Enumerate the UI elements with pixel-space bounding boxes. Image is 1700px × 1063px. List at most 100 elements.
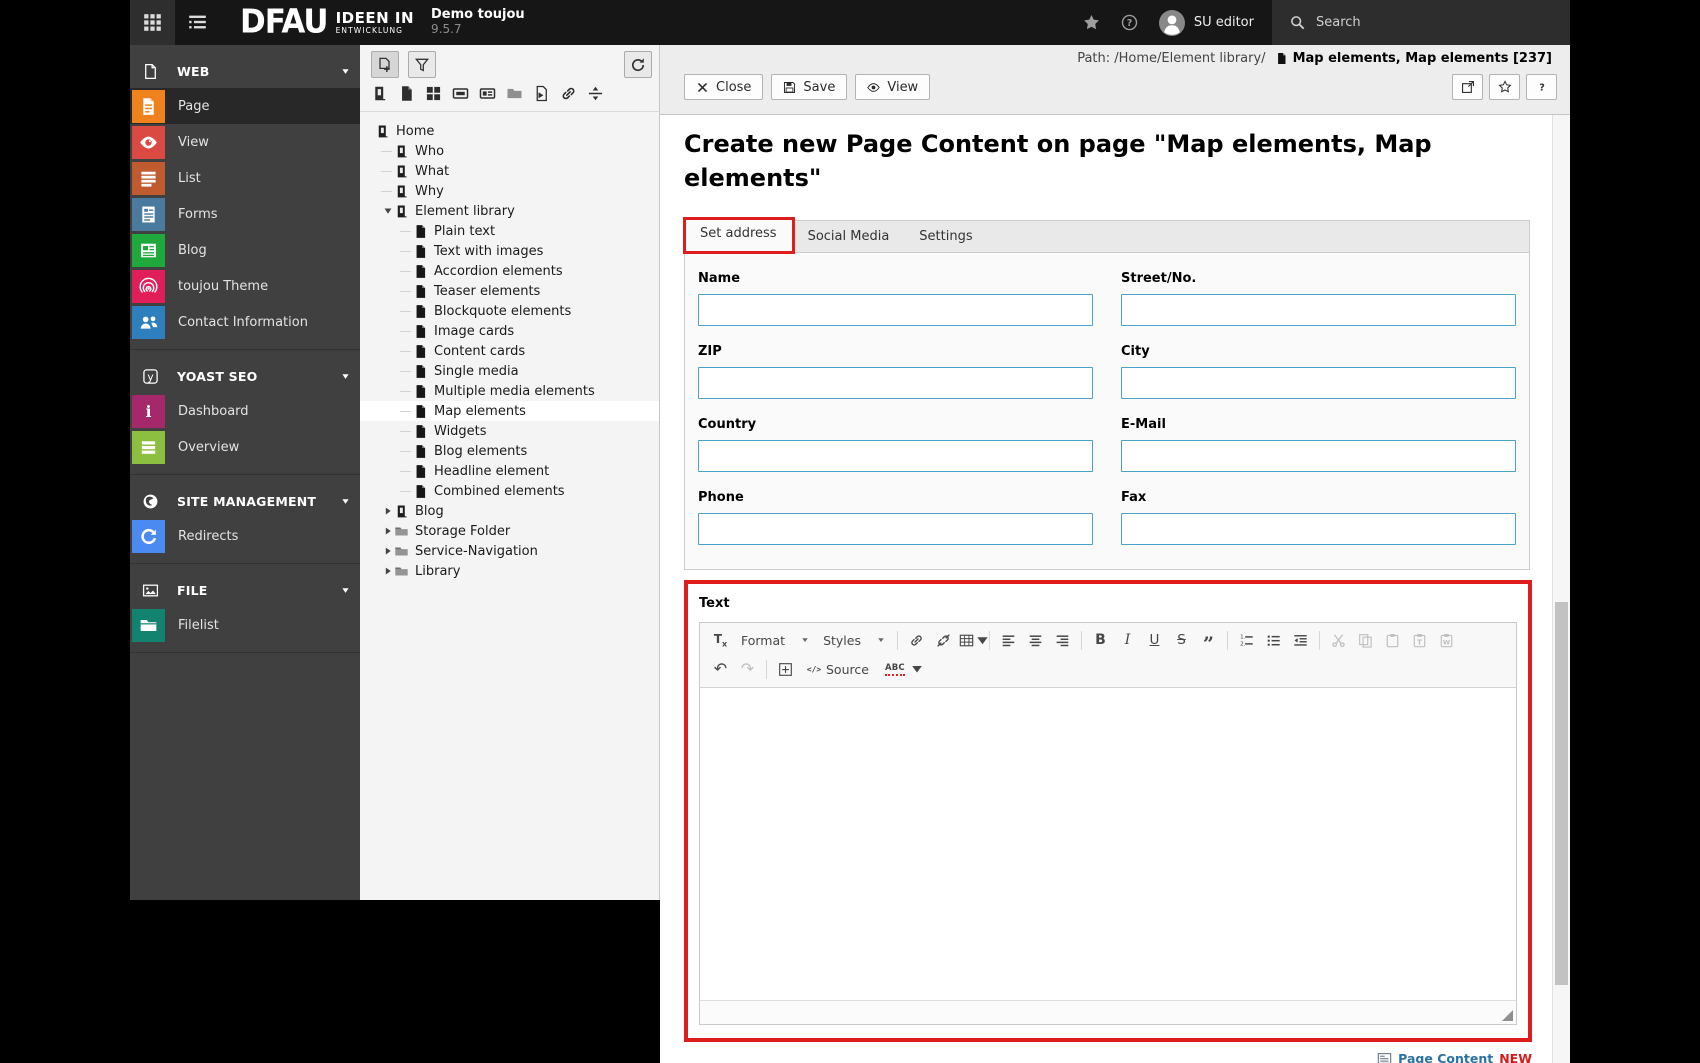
drag-new-grid4-icon[interactable] bbox=[425, 85, 442, 102]
tree-node-who[interactable]: Who bbox=[360, 141, 659, 161]
tree-node-content-cards[interactable]: Content cards bbox=[360, 341, 659, 361]
tree-node-widgets[interactable]: Widgets bbox=[360, 421, 659, 441]
section-header-site-management[interactable]: SITE MANAGEMENT bbox=[130, 484, 360, 518]
align-right-button[interactable] bbox=[1049, 628, 1076, 652]
drag-new-divider-drag-icon[interactable] bbox=[587, 85, 604, 102]
bullet-list-button[interactable] bbox=[1260, 628, 1287, 652]
tab-set-address[interactable]: Set address bbox=[683, 217, 795, 255]
drag-new-box-drag-icon[interactable] bbox=[452, 85, 469, 102]
tree-node-accordion-elements[interactable]: Accordion elements bbox=[360, 261, 659, 281]
sidebar-item-forms[interactable]: Forms bbox=[130, 196, 360, 232]
sidebar-item-list[interactable]: List bbox=[130, 160, 360, 196]
tree-node-blog-elements[interactable]: Blog elements bbox=[360, 441, 659, 461]
underline-button[interactable]: U bbox=[1141, 628, 1168, 652]
tree-node-multiple-media-elements[interactable]: Multiple media elements bbox=[360, 381, 659, 401]
country-input[interactable] bbox=[698, 440, 1093, 473]
expand-caret-icon[interactable] bbox=[381, 501, 394, 521]
bookmarks-button[interactable] bbox=[1073, 0, 1111, 45]
format-combo[interactable]: Format bbox=[734, 628, 816, 652]
tree-node-storage-folder[interactable]: Storage Folder bbox=[360, 521, 659, 541]
sidebar-item-dashboard[interactable]: i Dashboard bbox=[130, 393, 360, 429]
name-input[interactable] bbox=[698, 294, 1093, 327]
table-button[interactable] bbox=[957, 628, 988, 652]
tree-node-service-navigation[interactable]: Service-Navigation bbox=[360, 541, 659, 561]
tree-node-map-elements[interactable]: Map elements bbox=[360, 401, 659, 421]
drag-new-link-icon[interactable] bbox=[560, 85, 577, 102]
expand-caret-icon[interactable] bbox=[381, 561, 394, 581]
section-header-yoast-seo[interactable]: y YOAST SEO bbox=[130, 359, 360, 393]
section-header-file[interactable]: FILE bbox=[130, 573, 360, 607]
tree-node-home[interactable]: Home bbox=[360, 121, 659, 141]
view-button[interactable]: View bbox=[855, 74, 931, 100]
save-button[interactable]: Save bbox=[771, 74, 848, 100]
tree-node-single-media[interactable]: Single media bbox=[360, 361, 659, 381]
link-button[interactable] bbox=[903, 628, 930, 652]
sidebar-item-filelist[interactable]: Filelist bbox=[130, 607, 360, 643]
scrollbar-thumb[interactable] bbox=[1555, 602, 1568, 985]
source-button[interactable]: </> Source bbox=[799, 657, 877, 681]
tree-node-blog[interactable]: Blog bbox=[360, 501, 659, 521]
tree-node-headline-element[interactable]: Headline element bbox=[360, 461, 659, 481]
sidebar-item-overview[interactable]: Overview bbox=[130, 429, 360, 465]
maximize-button[interactable] bbox=[772, 657, 799, 681]
help-button[interactable]: ? bbox=[1111, 0, 1149, 45]
tree-node-element-library[interactable]: Element library bbox=[360, 201, 659, 221]
styles-combo[interactable]: Styles bbox=[816, 628, 892, 652]
zip-input[interactable] bbox=[698, 367, 1093, 400]
tree-node-what[interactable]: What bbox=[360, 161, 659, 181]
align-left-button[interactable] bbox=[995, 628, 1022, 652]
phone-input[interactable] bbox=[698, 513, 1093, 546]
open-in-new-window-button[interactable] bbox=[1452, 74, 1483, 100]
sidebar-item-toujou-theme[interactable]: toujou Theme bbox=[130, 268, 360, 304]
vertical-scrollbar[interactable] bbox=[1552, 115, 1570, 1063]
module-menu-toggle-button[interactable] bbox=[130, 0, 175, 45]
strike-button[interactable]: S bbox=[1168, 628, 1195, 652]
rte-editing-area[interactable] bbox=[700, 688, 1516, 1001]
street-no-input[interactable] bbox=[1121, 294, 1516, 327]
drag-new-site-icon[interactable] bbox=[371, 85, 388, 102]
city-input[interactable] bbox=[1121, 367, 1516, 400]
bookmark-page-button[interactable] bbox=[1489, 74, 1520, 100]
pagetree-toggle-button[interactable] bbox=[175, 0, 220, 45]
blockquote-button[interactable]: ” bbox=[1195, 628, 1222, 654]
tree-node-library[interactable]: Library bbox=[360, 561, 659, 581]
tree-node-plain-text[interactable]: Plain text bbox=[360, 221, 659, 241]
sidebar-item-redirects[interactable]: Redirects bbox=[130, 518, 360, 554]
filter-button[interactable] bbox=[408, 51, 437, 78]
tree-node-text-with-images[interactable]: Text with images bbox=[360, 241, 659, 261]
unlink-button[interactable] bbox=[930, 628, 957, 652]
italic-button[interactable]: I bbox=[1114, 628, 1141, 652]
outdent-button[interactable] bbox=[1287, 628, 1314, 652]
context-help-button[interactable]: ? bbox=[1526, 74, 1557, 100]
drag-new-folder-drag-icon[interactable] bbox=[506, 85, 523, 102]
global-search[interactable]: Search bbox=[1272, 0, 1570, 45]
close-button[interactable]: Close bbox=[684, 74, 764, 100]
fax-input[interactable] bbox=[1121, 513, 1516, 546]
e-mail-input[interactable] bbox=[1121, 440, 1516, 473]
section-header-web[interactable]: WEB bbox=[130, 54, 360, 88]
remove-format-button[interactable]: Tx bbox=[707, 628, 734, 652]
drag-new-page-shortcut-icon[interactable] bbox=[533, 85, 550, 102]
bold-button[interactable]: B bbox=[1087, 628, 1114, 652]
drag-new-box2-drag-icon[interactable] bbox=[479, 85, 496, 102]
new-page-button[interactable] bbox=[371, 51, 399, 78]
tree-node-why[interactable]: Why bbox=[360, 181, 659, 201]
undo-button[interactable]: ↶ bbox=[707, 657, 734, 681]
sidebar-item-blog[interactable]: Blog bbox=[130, 232, 360, 268]
collapse-caret-icon[interactable] bbox=[381, 201, 394, 221]
tab-social-media[interactable]: Social Media bbox=[793, 222, 905, 252]
drag-new-page-icon[interactable] bbox=[398, 85, 415, 102]
sidebar-item-view[interactable]: View bbox=[130, 124, 360, 160]
tree-node-teaser-elements[interactable]: Teaser elements bbox=[360, 281, 659, 301]
tab-settings[interactable]: Settings bbox=[904, 222, 987, 252]
tree-node-image-cards[interactable]: Image cards bbox=[360, 321, 659, 341]
user-menu[interactable]: SU editor bbox=[1149, 9, 1272, 36]
resize-handle[interactable] bbox=[1502, 1010, 1513, 1022]
ordered-list-button[interactable]: 1. 2. bbox=[1233, 628, 1260, 652]
refresh-tree-button[interactable] bbox=[624, 51, 652, 78]
sidebar-item-page[interactable]: Page bbox=[130, 88, 360, 124]
tree-node-blockquote-elements[interactable]: Blockquote elements bbox=[360, 301, 659, 321]
align-center-button[interactable] bbox=[1022, 628, 1049, 652]
sidebar-item-contact-information[interactable]: Contact Information bbox=[130, 304, 360, 340]
expand-caret-icon[interactable] bbox=[381, 541, 394, 561]
